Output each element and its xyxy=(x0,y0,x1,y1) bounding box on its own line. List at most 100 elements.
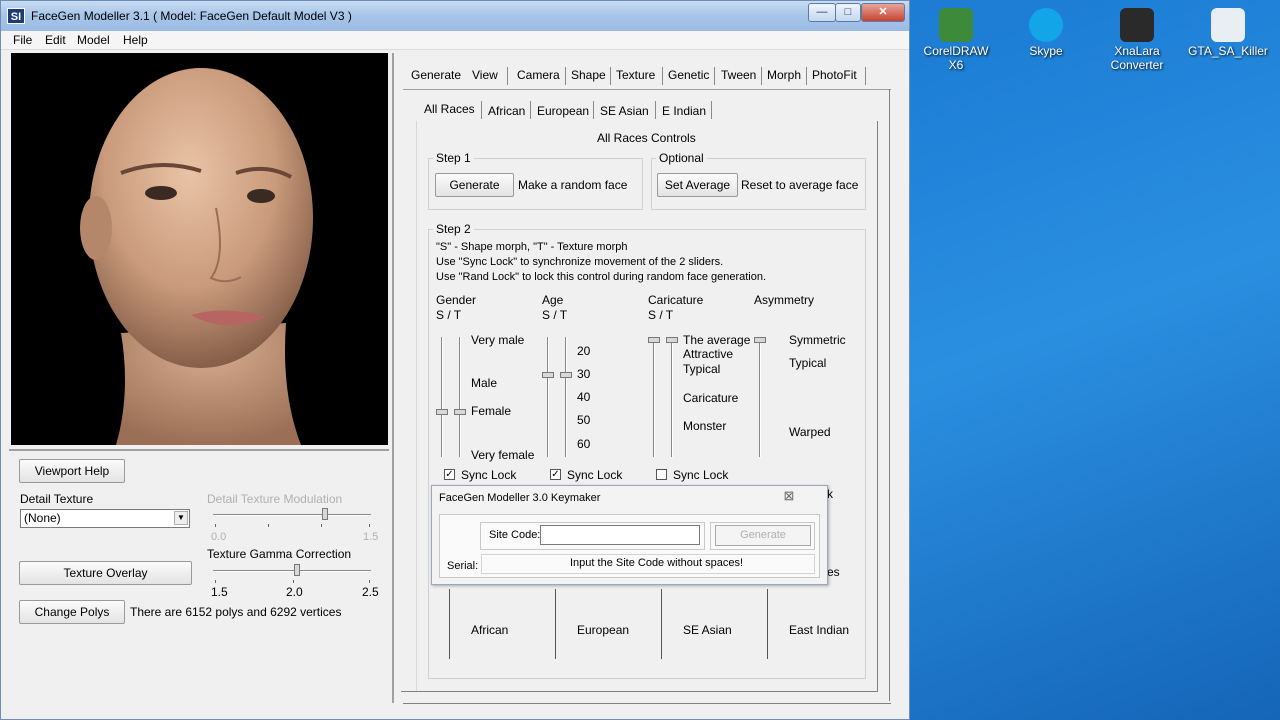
desktop-icon-label: CorelDRAW X6 xyxy=(923,44,989,72)
slider-tick xyxy=(215,524,216,527)
caricature-shape-thumb[interactable] xyxy=(648,337,660,343)
gender-texture-thumb[interactable] xyxy=(454,409,466,415)
caricature-texture-thumb[interactable] xyxy=(666,337,678,343)
detail-mod-min: 0.0 xyxy=(211,531,227,543)
gender-sync-lock-label: Sync Lock xyxy=(461,468,517,482)
subtab-european[interactable]: European xyxy=(537,104,589,118)
caricature-shape-slider[interactable] xyxy=(653,337,655,457)
gender-label-male: Male xyxy=(471,376,498,390)
desktop-icon-coreldraw[interactable]: CorelDRAW X6 xyxy=(916,8,996,72)
desktop-icon-gta-sa-killer[interactable]: GTA_SA_Killer xyxy=(1188,8,1268,58)
gender-st: S / T xyxy=(436,308,462,322)
keymaker-hint: Input the Site Code without spaces! xyxy=(570,557,744,569)
tab-shape[interactable]: Shape xyxy=(571,68,606,82)
close-button[interactable]: ✕ xyxy=(861,3,905,22)
change-polys-button[interactable]: Change Polys xyxy=(19,600,125,624)
tab-separator xyxy=(806,67,807,85)
texture-overlay-button[interactable]: Texture Overlay xyxy=(19,561,192,585)
age-label-20: 20 xyxy=(577,344,591,358)
detail-mod-slider[interactable] xyxy=(213,506,373,536)
set-average-button[interactable]: Set Average xyxy=(657,173,738,197)
window-title: FaceGen Modeller 3.1 ( Model: FaceGen De… xyxy=(31,9,352,23)
african-slider[interactable] xyxy=(449,589,450,659)
race-label-east-indian: East Indian xyxy=(789,623,850,637)
race-label-se-asian: SE Asian xyxy=(683,623,732,637)
caricature-texture-slider[interactable] xyxy=(671,337,673,457)
set-average-description: Reset to average face xyxy=(741,178,859,192)
keymaker-title: FaceGen Modeller 3.0 Keymaker xyxy=(439,492,601,504)
age-texture-slider[interactable] xyxy=(565,337,567,457)
site-code-input[interactable] xyxy=(540,525,700,545)
east-indian-slider[interactable] xyxy=(767,589,768,659)
tab-genetic[interactable]: Genetic xyxy=(668,68,709,82)
tab-separator xyxy=(711,101,712,119)
caricature-sync-lock-checkbox[interactable] xyxy=(656,469,667,480)
desktop-icon-xnalara[interactable]: XnaLara Converter xyxy=(1097,8,1177,72)
tab-view[interactable]: View xyxy=(472,68,498,82)
gender-label-female: Female xyxy=(471,404,512,418)
menu-help[interactable]: Help xyxy=(123,33,148,47)
age-texture-thumb[interactable] xyxy=(560,372,572,378)
tab-separator xyxy=(610,67,611,85)
gender-sync-lock-checkbox[interactable]: ✓ xyxy=(444,469,455,480)
menu-model[interactable]: Model xyxy=(77,33,110,47)
asymmetry-slider[interactable] xyxy=(759,337,761,457)
tab-camera[interactable]: Camera xyxy=(517,68,560,82)
title-bar[interactable]: SI FaceGen Modeller 3.1 ( Model: FaceGen… xyxy=(1,1,909,31)
tab-separator xyxy=(761,67,762,85)
skype-icon xyxy=(1029,8,1063,42)
european-slider[interactable] xyxy=(555,589,556,659)
help-line-2: Use "Sync Lock" to synchronize movement … xyxy=(436,256,724,268)
minimize-button[interactable]: — xyxy=(808,3,836,22)
caricature-label-monster: Monster xyxy=(683,419,727,433)
keymaker-generate-button[interactable]: Generate xyxy=(715,525,811,546)
close-icon[interactable]: ⊠ xyxy=(777,488,801,504)
tab-separator xyxy=(662,67,663,85)
maximize-button[interactable]: □ xyxy=(835,3,861,22)
gender-shape-slider[interactable] xyxy=(441,337,443,457)
gamma-slider[interactable] xyxy=(213,562,373,584)
partial-text-es: es xyxy=(827,565,840,579)
face-render xyxy=(80,68,313,445)
app-icon: SI xyxy=(7,8,25,24)
gender-texture-slider[interactable] xyxy=(459,337,461,457)
3d-viewport[interactable] xyxy=(11,53,388,445)
panel-divider xyxy=(392,53,394,703)
asymmetry-thumb[interactable] xyxy=(754,337,766,343)
generate-button[interactable]: Generate xyxy=(435,173,514,197)
age-label-30: 30 xyxy=(577,367,591,381)
caricature-label-attractive: Attractive xyxy=(683,347,734,361)
age-shape-slider[interactable] xyxy=(547,337,549,457)
viewport-help-button[interactable]: Viewport Help xyxy=(19,459,125,483)
slider-thumb[interactable] xyxy=(322,508,329,520)
gender-title: Gender xyxy=(436,293,477,307)
detail-texture-select[interactable]: (None) ▼ xyxy=(20,509,190,528)
tab-generate[interactable]: Generate xyxy=(411,68,461,82)
tab-strip-line xyxy=(403,89,891,90)
gender-shape-thumb[interactable] xyxy=(436,409,448,415)
asymmetry-label-warped: Warped xyxy=(789,425,831,439)
subtab-e-indian[interactable]: E Indian xyxy=(662,104,706,118)
subtab-all-races[interactable]: All Races xyxy=(424,102,475,116)
subtab-se-asian[interactable]: SE Asian xyxy=(600,104,649,118)
se-asian-slider[interactable] xyxy=(661,589,662,659)
menu-edit[interactable]: Edit xyxy=(45,33,66,47)
tab-texture[interactable]: Texture xyxy=(616,68,655,82)
age-sync-lock-checkbox[interactable]: ✓ xyxy=(550,469,561,480)
subtab-african[interactable]: African xyxy=(488,104,525,118)
tab-photofit[interactable]: PhotoFit xyxy=(812,68,857,82)
tab-panel-bottom xyxy=(403,703,891,704)
age-label-60: 60 xyxy=(577,437,591,451)
caricature-st: S / T xyxy=(648,308,674,322)
inner-panel-bottom xyxy=(401,691,878,692)
age-st: S / T xyxy=(542,308,568,322)
tab-tween[interactable]: Tween xyxy=(721,68,756,82)
age-label-40: 40 xyxy=(577,390,591,404)
menu-file[interactable]: File xyxy=(13,33,32,47)
age-shape-thumb[interactable] xyxy=(542,372,554,378)
desktop-icon-skype[interactable]: Skype xyxy=(1006,8,1086,58)
step2-title: Step 2 xyxy=(433,222,474,236)
tab-morph[interactable]: Morph xyxy=(767,68,801,82)
caricature-title: Caricature xyxy=(648,293,704,307)
slider-thumb[interactable] xyxy=(293,564,300,576)
